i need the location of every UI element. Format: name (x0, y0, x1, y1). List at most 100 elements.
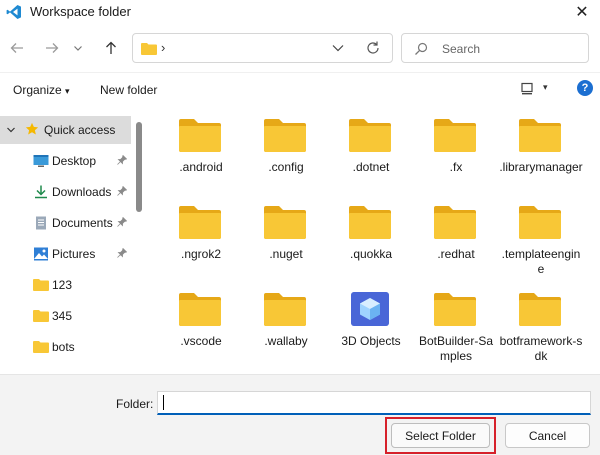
chevron-down-icon[interactable] (6, 125, 16, 135)
chevron-down-icon (74, 46, 82, 51)
folder-name: botframework-sdk (499, 334, 583, 363)
folder-tile[interactable]: .wallaby (244, 282, 328, 367)
sidebar-item-label: Documents (52, 216, 113, 230)
sidebar-item-label: Pictures (52, 247, 96, 261)
folder-tile[interactable]: .ngrok2 (159, 195, 243, 280)
recent-locations-button[interactable] (68, 36, 88, 60)
folder-name: .wallaby (264, 334, 308, 348)
folder-icon (179, 206, 221, 239)
organize-menu[interactable]: Organize ▾ (13, 83, 70, 97)
folder-tile[interactable]: .dotnet (329, 108, 413, 193)
navigation-bar: › Search (0, 28, 600, 68)
search-input[interactable]: Search (442, 42, 480, 56)
chevron-down-icon[interactable] (331, 41, 345, 55)
pin-icon[interactable] (117, 216, 128, 230)
up-button[interactable] (99, 36, 123, 60)
breadcrumb-chevron[interactable]: › (161, 40, 165, 55)
search-box[interactable]: Search (401, 33, 589, 63)
folder-icon (33, 310, 49, 322)
folder-icon (434, 119, 476, 152)
folder-tile[interactable]: 3D Objects (329, 282, 413, 367)
help-icon: ? (581, 82, 589, 94)
folder-icon (264, 206, 306, 239)
3d-objects-icon (351, 292, 389, 326)
folder-tile[interactable]: .vscode (159, 282, 243, 367)
sidebar-item-label: bots (52, 340, 75, 354)
cancel-button[interactable]: Cancel (505, 423, 590, 448)
window-title: Workspace folder (30, 4, 131, 19)
folder-name: .redhat (437, 247, 475, 261)
sidebar-item-345[interactable]: 345 (0, 302, 131, 330)
folder-icon (264, 119, 306, 152)
folder-tile[interactable]: .config (244, 108, 328, 193)
sidebar-item-label: 345 (52, 309, 73, 323)
folder-tile[interactable]: BotBuilder-Samples (414, 282, 498, 367)
sidebar-item-label: Quick access (44, 123, 116, 137)
view-options-icon[interactable] (520, 82, 534, 96)
sidebar-item-quick-access[interactable]: Quick access (0, 116, 131, 144)
arrow-left-icon (10, 43, 23, 53)
folder-name: .quokka (349, 247, 393, 261)
folder-tile[interactable]: .fx (414, 108, 498, 193)
folder-name: 3D Objects (341, 334, 401, 348)
back-button[interactable] (5, 36, 29, 60)
folder-tile[interactable]: .android (159, 108, 243, 193)
folder-tile[interactable]: .redhat (414, 195, 498, 280)
folder-field-label: Folder: (116, 397, 154, 411)
folder-name: .templateengine (501, 247, 581, 276)
folder-icon (179, 293, 221, 326)
refresh-icon[interactable] (365, 40, 381, 56)
folder-name: .android (179, 160, 223, 174)
pictures-icon (34, 247, 48, 261)
text-caret (163, 395, 164, 410)
folder-tile[interactable]: .librarymanager (499, 108, 583, 193)
folder-name-input[interactable] (157, 391, 591, 415)
sidebar-item-desktop[interactable]: Desktop (0, 147, 131, 175)
sidebar-item-documents[interactable]: Documents (0, 209, 131, 237)
sidebar-item-pictures[interactable]: Pictures (0, 240, 131, 268)
caret-down-icon[interactable]: ▾ (543, 82, 548, 93)
folder-icon (519, 293, 561, 326)
folder-icon (264, 293, 306, 326)
folder-name: .librarymanager (499, 160, 583, 174)
select-folder-button[interactable]: Select Folder (391, 423, 490, 448)
pin-icon[interactable] (117, 154, 128, 168)
folder-icon (179, 119, 221, 152)
close-button[interactable]: ✕ (564, 0, 600, 24)
folder-icon (434, 206, 476, 239)
address-bar[interactable]: › (132, 33, 393, 63)
sidebar-item-123[interactable]: 123 (0, 271, 131, 299)
sidebar-item-bots[interactable]: bots (0, 333, 131, 361)
folder-name: .fx (449, 160, 463, 174)
desktop-icon (33, 155, 49, 167)
folder-icon (141, 43, 157, 55)
sidebar-item-label: Desktop (52, 154, 97, 168)
title-bar: Workspace folder ✕ (0, 0, 600, 24)
help-button[interactable]: ? (577, 80, 593, 96)
organize-label: Organize (13, 83, 62, 97)
folder-name: .ngrok2 (180, 247, 222, 261)
folder-tile[interactable]: .templateengine (499, 195, 583, 280)
documents-icon (36, 216, 46, 230)
arrow-right-icon (46, 43, 59, 53)
forward-button[interactable] (40, 36, 64, 60)
sidebar-item-downloads[interactable]: Downloads (0, 178, 131, 206)
close-icon: ✕ (575, 4, 589, 21)
dialog-footer: Folder: Select Folder Cancel (0, 374, 600, 455)
command-bar: Organize ▾ New folder ▾ ? (0, 72, 600, 106)
pin-icon[interactable] (117, 247, 128, 261)
folder-name: BotBuilder-Samples (418, 334, 494, 363)
download-icon (35, 185, 47, 199)
sidebar-item-label: Downloads (52, 185, 112, 199)
pin-icon[interactable] (117, 185, 128, 199)
folder-icon (434, 293, 476, 326)
sidebar-scrollbar[interactable] (136, 122, 142, 212)
folder-tile[interactable]: botframework-sdk (499, 282, 583, 367)
arrow-up-icon (106, 41, 116, 54)
folder-icon (349, 119, 391, 152)
new-folder-button[interactable]: New folder (100, 83, 157, 97)
folder-tile[interactable]: .nuget (244, 195, 328, 280)
folder-tile[interactable]: .quokka (329, 195, 413, 280)
sidebar-item-label: 123 (52, 278, 73, 292)
folder-icon (349, 206, 391, 239)
